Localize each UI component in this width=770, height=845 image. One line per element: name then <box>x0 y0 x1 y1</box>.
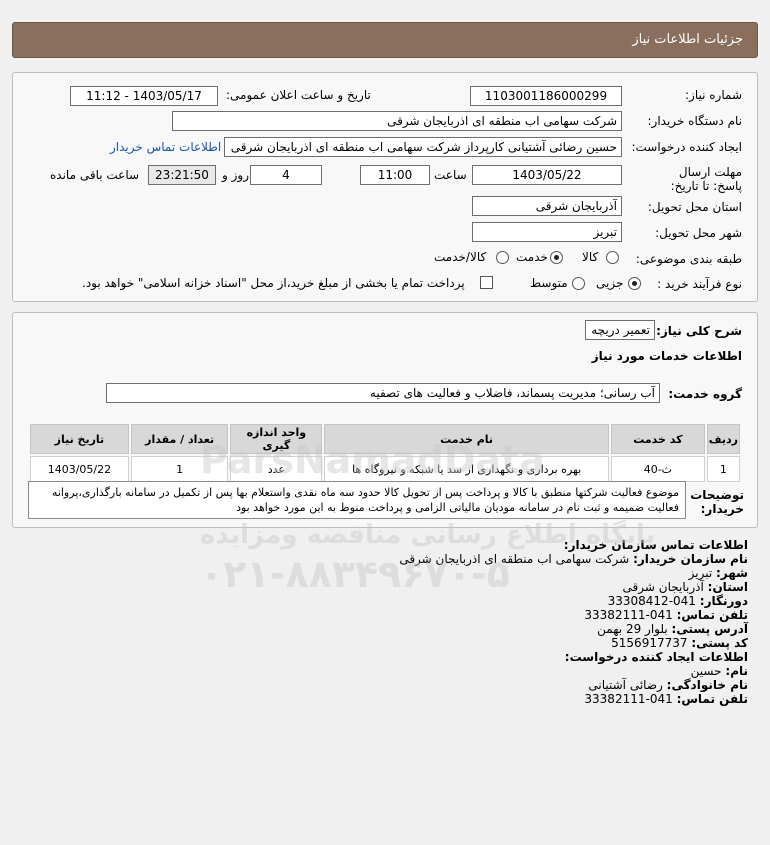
category-option-service: خدمت <box>516 250 548 264</box>
fax-label: دورنگار: <box>699 594 748 608</box>
family-label: نام خانوادگی: <box>666 678 748 692</box>
col-unit: واحد اندازه گیری <box>230 424 323 454</box>
address-line: آدرس پستی: بلوار 29 بهمن <box>597 622 748 636</box>
announce-label: تاریخ و ساعت اعلان عمومی: <box>226 88 371 102</box>
org-value: شرکت سهامی اب منطقه ای اذربایجان شرقی <box>399 552 630 566</box>
name-value: حسین <box>690 664 722 678</box>
buyer-contact-link[interactable]: اطلاعات تماس خریدار <box>110 140 221 154</box>
postal-label: کد پستی: <box>691 636 748 650</box>
creator-label: ایجاد کننده درخواست: <box>631 140 742 154</box>
buyer-label: نام دستگاه خریدار: <box>647 114 743 128</box>
family-value: رضائی آشتیانی <box>588 678 663 692</box>
address-value: بلوار 29 بهمن <box>597 622 668 636</box>
buyer-field: شرکت سهامی اب منطقه ای اذربایجان شرقی <box>172 111 622 131</box>
address-label: آدرس پستی: <box>671 622 748 636</box>
col-date: تاریخ نیاز <box>30 424 129 454</box>
category-radio-goods[interactable] <box>606 251 619 264</box>
province-field: آذربایجان شرقی <box>472 196 622 216</box>
process-option-medium: متوسط <box>530 276 568 290</box>
cell-unit: عدد <box>230 456 323 482</box>
service-group-field: آب رسانی؛ مدیریت پسماند، فاضلاب و فعالیت… <box>106 383 660 403</box>
deadline-label: مهلت ارسال پاسخ: تا تاریخ: <box>670 165 742 193</box>
fax-line: دورنگار: 041-33308412 <box>608 594 748 608</box>
contact-city-value: تبریز <box>688 566 713 580</box>
cell-row: 1 <box>706 456 740 482</box>
cell-qty: 1 <box>130 456 229 482</box>
province-line: استان: آذربایجان شرقی <box>623 580 748 594</box>
category-radio-service[interactable] <box>550 251 563 264</box>
process-label: نوع فرآیند خرید : <box>657 277 742 291</box>
cell-name: بهره برداری و نگهداری از سد یا شبکه و نی… <box>324 456 609 482</box>
col-name: نام خدمت <box>324 424 609 454</box>
remaining-time-field: 23:21:50 <box>148 165 216 185</box>
need-details-panel <box>12 72 758 302</box>
org-line: نام سازمان خریدار: شرکت سهامی اب منطقه ا… <box>399 552 748 566</box>
postal-line: کد پستی: 5156917737 <box>611 636 748 650</box>
days-label: روز و <box>222 168 249 182</box>
col-row: ردیف <box>706 424 740 454</box>
table-row: 1 ث-40 بهره برداری و نگهداری از سد یا شب… <box>30 456 740 482</box>
family-line: نام خانوادگی: رضائی آشتیانی <box>588 678 748 692</box>
org-label: نام سازمان خریدار: <box>633 552 748 566</box>
city-label: شهر محل تحویل: <box>655 226 742 240</box>
cell-code: ث-40 <box>610 456 705 482</box>
city-field: تبریز <box>472 222 622 242</box>
need-number-label: شماره نیاز: <box>685 88 742 102</box>
col-qty: تعداد / مقدار <box>130 424 229 454</box>
announce-field: 1403/05/17 - 11:12 <box>70 86 218 106</box>
creator-phone-label: تلفن تماس: <box>676 692 748 706</box>
page-title-bar: جزئیات اطلاعات نیاز <box>12 22 758 58</box>
fax-value: 041-33308412 <box>607 594 696 608</box>
phone-value: 041-33382111 <box>584 608 673 622</box>
postal-value: 5156917737 <box>611 636 688 650</box>
creator-contact-title: اطلاعات ایجاد کننده درخواست: <box>564 650 748 664</box>
service-group-label: گروه خدمت: <box>668 387 742 401</box>
name-line: نام: حسین <box>691 664 748 678</box>
deadline-date-field: 1403/05/22 <box>472 165 622 185</box>
process-radio-medium[interactable] <box>572 277 585 290</box>
contact-province-value: آذربایجان شرقی <box>622 580 704 594</box>
need-number-field: 1103001186000299 <box>470 86 622 106</box>
remaining-label: ساعت باقی مانده <box>50 168 140 182</box>
services-title: اطلاعات خدمات مورد نیاز <box>591 349 742 363</box>
cell-date: 1403/05/22 <box>30 456 129 482</box>
summary-label: شرح کلی نیاز: <box>656 324 742 338</box>
creator-phone-line: تلفن تماس: 041-33382111 <box>584 692 748 706</box>
category-option-goods: کالا <box>582 250 599 264</box>
buyer-notes-text: موضوع فعالیت شرکتها منطبق با کالا و پردا… <box>28 481 686 519</box>
buyer-contact-title: اطلاعات تماس سازمان خریدار: <box>563 538 748 552</box>
deadline-time-label: ساعت <box>434 168 467 182</box>
process-option-minor: جزیی <box>596 276 624 290</box>
treasury-checkbox[interactable] <box>480 276 493 289</box>
contact-city-label: شهر: <box>716 566 748 580</box>
contact-province-label: استان: <box>707 580 748 594</box>
creator-phone-value: 041-33382111 <box>584 692 673 706</box>
services-table: ردیف کد خدمت نام خدمت واحد اندازه گیری ت… <box>28 422 742 484</box>
process-radio-minor[interactable] <box>628 277 641 290</box>
summary-field: تعمیر دریچه <box>585 320 655 340</box>
category-option-goods-service: کالا/خدمت <box>434 250 487 264</box>
phone-line: تلفن تماس: 041-33382111 <box>584 608 748 622</box>
treasury-text: پرداخت تمام یا بخشی از مبلغ خرید،از محل … <box>82 276 465 290</box>
days-field: 4 <box>250 165 322 185</box>
category-radio-goods-service[interactable] <box>496 251 509 264</box>
phone-label: تلفن تماس: <box>676 608 748 622</box>
category-label: طبقه بندی موضوعی: <box>635 252 742 266</box>
province-label: استان محل تحویل: <box>647 200 742 214</box>
creator-field: حسین رضائی آشتیانی کارپرداز شرکت سهامی ا… <box>224 137 622 157</box>
table-header-row: ردیف کد خدمت نام خدمت واحد اندازه گیری ت… <box>30 424 740 454</box>
col-code: کد خدمت <box>610 424 705 454</box>
deadline-time-field: 11:00 <box>360 165 430 185</box>
name-label: نام: <box>725 664 748 678</box>
city-line: شهر: تبریز <box>689 566 748 580</box>
page-title: جزئیات اطلاعات نیاز <box>632 32 743 47</box>
buyer-notes-label: توضیحات خریدار: <box>690 488 744 516</box>
